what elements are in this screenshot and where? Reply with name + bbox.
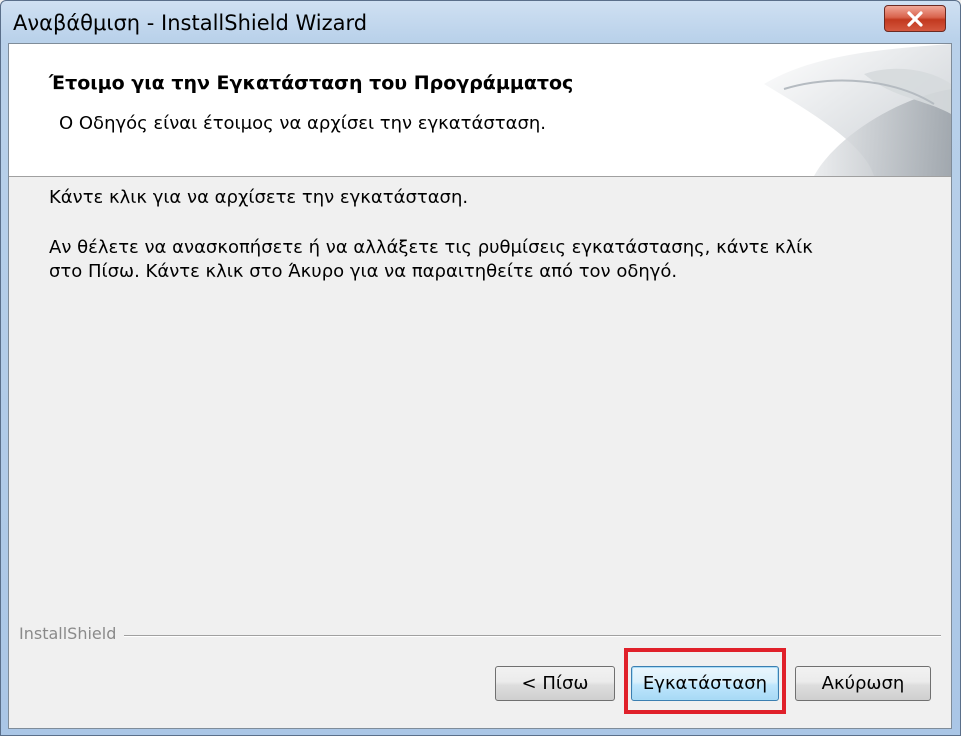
review-text-line-1: Αν θέλετε να ανασκοπήσετε ή να αλλάξετε …: [49, 237, 813, 258]
title-bar[interactable]: Αναβάθμιση - InstallShield Wizard: [1, 1, 960, 43]
close-button[interactable]: [884, 5, 946, 32]
footer-divider: [19, 635, 941, 637]
back-button[interactable]: < Πίσω: [495, 666, 615, 701]
page-subtitle: Ο Οδηγός είναι έτοιμος να αρχίσει την εγ…: [59, 113, 547, 134]
window-title: Αναβάθμιση - InstallShield Wizard: [13, 11, 368, 35]
installshield-swirl-graphic: [764, 44, 951, 176]
close-icon: [907, 10, 923, 27]
installshield-brand-label: InstallShield: [19, 624, 125, 643]
page-title: Έτοιμο για την Εγκατάσταση του Προγράμμα…: [49, 72, 574, 94]
wizard-client-area: Έτοιμο για την Εγκατάσταση του Προγράμμα…: [8, 43, 952, 729]
review-text-line-2: στο Πίσω. Κάντε κλικ στο Άκυρο για να πα…: [49, 261, 678, 282]
instruction-text: Κάντε κλικ για να αρχίσετε την εγκατάστα…: [49, 187, 469, 208]
installer-window: Αναβάθμιση - InstallShield Wizard Έτοιμο…: [0, 0, 961, 736]
install-button[interactable]: Εγκατάσταση: [631, 666, 779, 701]
cancel-button[interactable]: Ακύρωση: [795, 666, 931, 701]
wizard-header: Έτοιμο για την Εγκατάσταση του Προγράμμα…: [9, 44, 951, 177]
